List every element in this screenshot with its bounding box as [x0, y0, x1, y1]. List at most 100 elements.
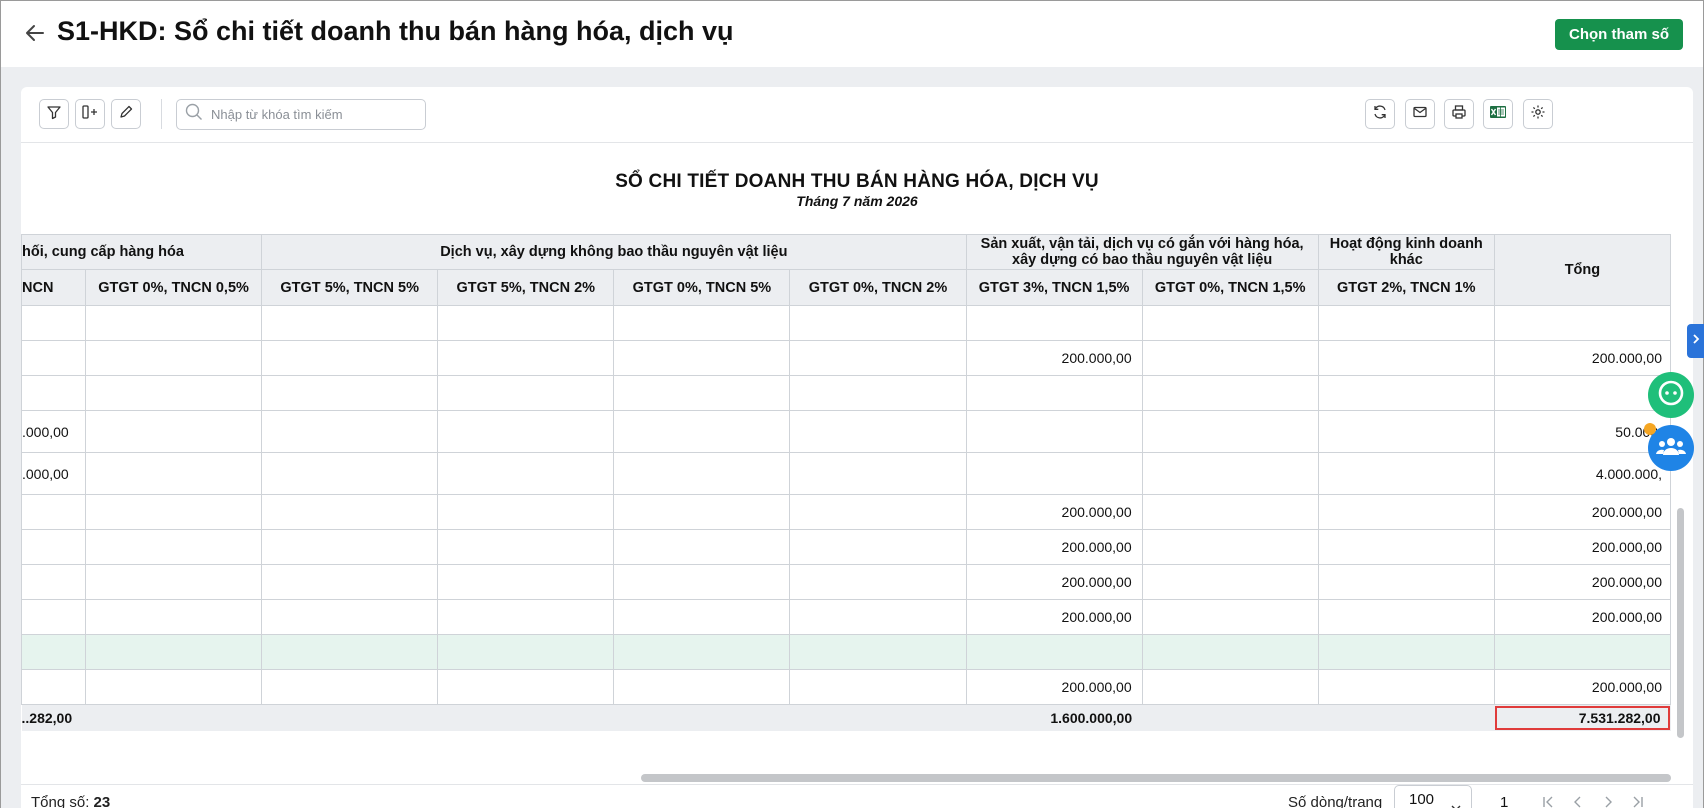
- table-cell: [437, 669, 615, 705]
- table-row[interactable]: 200.000,00 200.000,00: [21, 564, 1671, 600]
- rows-per-page-select[interactable]: 100: [1394, 785, 1472, 808]
- table-cell: [261, 564, 439, 600]
- total-cell: [437, 704, 614, 731]
- excel-export-button[interactable]: [1483, 99, 1513, 129]
- table-cell: [85, 410, 263, 453]
- mail-button[interactable]: [1405, 99, 1435, 129]
- settings-button[interactable]: [1523, 99, 1553, 129]
- table-cell: [21, 564, 87, 600]
- table-cell: [1317, 529, 1495, 565]
- table-row[interactable]: .000,00 50.000,: [21, 410, 1671, 453]
- table-cell: [1141, 494, 1319, 530]
- sub-header: GTGT 0%, TNCN 1,5%: [1141, 269, 1319, 306]
- toolbar: [21, 87, 1693, 143]
- table-cell: [437, 494, 615, 530]
- first-page-icon[interactable]: [1541, 795, 1555, 808]
- report-title: SỔ CHI TIẾT DOANH THU BÁN HÀNG HÓA, DỊCH…: [615, 171, 1099, 192]
- table-cell: [85, 305, 263, 341]
- prev-page-icon[interactable]: [1571, 795, 1585, 808]
- table-cell: 200.000,00: [965, 529, 1143, 565]
- refresh-button[interactable]: [1365, 99, 1395, 129]
- table-cell: [85, 634, 263, 670]
- vertical-scrollbar[interactable]: [1677, 508, 1684, 738]
- table-cell: [1317, 564, 1495, 600]
- table-row[interactable]: [21, 634, 1671, 670]
- filter-button[interactable]: [39, 99, 69, 129]
- table-cell: [261, 669, 439, 705]
- filter-icon: [46, 104, 62, 125]
- report-subtitle: Tháng 7 năm 2026: [796, 193, 918, 209]
- table-cell: 200.000,00: [965, 340, 1143, 376]
- table-cell: [1141, 375, 1319, 411]
- print-icon: [1451, 104, 1467, 125]
- total-cell: [1318, 704, 1495, 731]
- table-cell: [21, 669, 87, 705]
- total-count: Tổng số: 23: [31, 794, 110, 808]
- total-cell: 1.600.000,00: [966, 704, 1143, 731]
- sub-header: GTGT 0%, TNCN 0,5%: [85, 269, 263, 306]
- back-arrow-icon[interactable]: [23, 21, 47, 45]
- last-page-icon[interactable]: [1631, 795, 1645, 808]
- table-cell: [789, 564, 967, 600]
- table-row[interactable]: 200.000,00 200.000,00: [21, 599, 1671, 635]
- insert-column-button[interactable]: [75, 99, 105, 129]
- toolbar-divider: [161, 99, 162, 129]
- table-cell: [613, 669, 791, 705]
- table-row[interactable]: 200.000,00 200.000,00: [21, 529, 1671, 565]
- table-cell: [1141, 529, 1319, 565]
- report-table-container[interactable]: hối, cung cấp hàng hóa Dịch vụ, xây dựng…: [21, 234, 1671, 762]
- refresh-icon: [1372, 104, 1388, 125]
- print-button[interactable]: [1444, 99, 1474, 129]
- table-cell: [1141, 564, 1319, 600]
- table-cell: [965, 375, 1143, 411]
- search-box[interactable]: [176, 99, 426, 130]
- table-cell: [1317, 340, 1495, 376]
- table-cell: [261, 410, 439, 453]
- table-cell: [261, 375, 439, 411]
- table-row[interactable]: 200.000,00 200.000,00: [21, 340, 1671, 376]
- table-cell: [613, 452, 791, 495]
- edit-button[interactable]: [111, 99, 141, 129]
- table-cell: [85, 599, 263, 635]
- search-input[interactable]: [211, 107, 411, 122]
- table-cell: 200.000,00: [1493, 669, 1671, 705]
- chat-button[interactable]: [1648, 372, 1694, 418]
- table-cell: 200.000,00: [1493, 494, 1671, 530]
- settings-icon: [1530, 104, 1546, 125]
- total-column-header: Tổng: [1493, 234, 1671, 306]
- table-row[interactable]: .000,00 4.000.000,: [21, 452, 1671, 495]
- table-cell: [261, 529, 439, 565]
- table-cell: 200.000,00: [965, 599, 1143, 635]
- horizontal-scrollbar[interactable]: [641, 774, 1671, 782]
- table-cell: [1317, 669, 1495, 705]
- table-cell: [613, 599, 791, 635]
- table-row[interactable]: [21, 305, 1671, 341]
- table-cell: [613, 375, 791, 411]
- table-cell: [789, 305, 967, 341]
- table-cell: [1317, 452, 1495, 495]
- table-cell: [437, 452, 615, 495]
- table-cell: [613, 410, 791, 453]
- group-header: Sản xuất, vận tải, dịch vụ có gắn với hà…: [965, 234, 1319, 270]
- table-row[interactable]: 200.000,00 200.000,00: [21, 669, 1671, 705]
- table-cell: [965, 452, 1143, 495]
- table-cell: [21, 529, 87, 565]
- chat-bot-icon: [1657, 379, 1685, 412]
- next-page-icon[interactable]: [1601, 795, 1615, 808]
- choose-params-button[interactable]: Chọn tham số: [1555, 19, 1683, 50]
- people-group-icon: [1656, 434, 1686, 463]
- report-card: SỔ CHI TIẾT DOANH THU BÁN HÀNG HÓA, DỊCH…: [21, 87, 1693, 808]
- table-row[interactable]: 200.000,00 200.000,00: [21, 494, 1671, 530]
- table-cell: [965, 305, 1143, 341]
- table-cell: [613, 564, 791, 600]
- table-cell: [613, 494, 791, 530]
- group-header: Hoạt động kinh doanh khác: [1317, 234, 1495, 270]
- table-cell: [85, 340, 263, 376]
- table-cell: [1141, 410, 1319, 453]
- table-cell: [1493, 305, 1671, 341]
- table-cell: [1493, 375, 1671, 411]
- table-row[interactable]: [21, 375, 1671, 411]
- current-page: 1: [1500, 794, 1509, 808]
- side-panel-toggle[interactable]: [1687, 324, 1704, 358]
- table-cell: [1141, 634, 1319, 670]
